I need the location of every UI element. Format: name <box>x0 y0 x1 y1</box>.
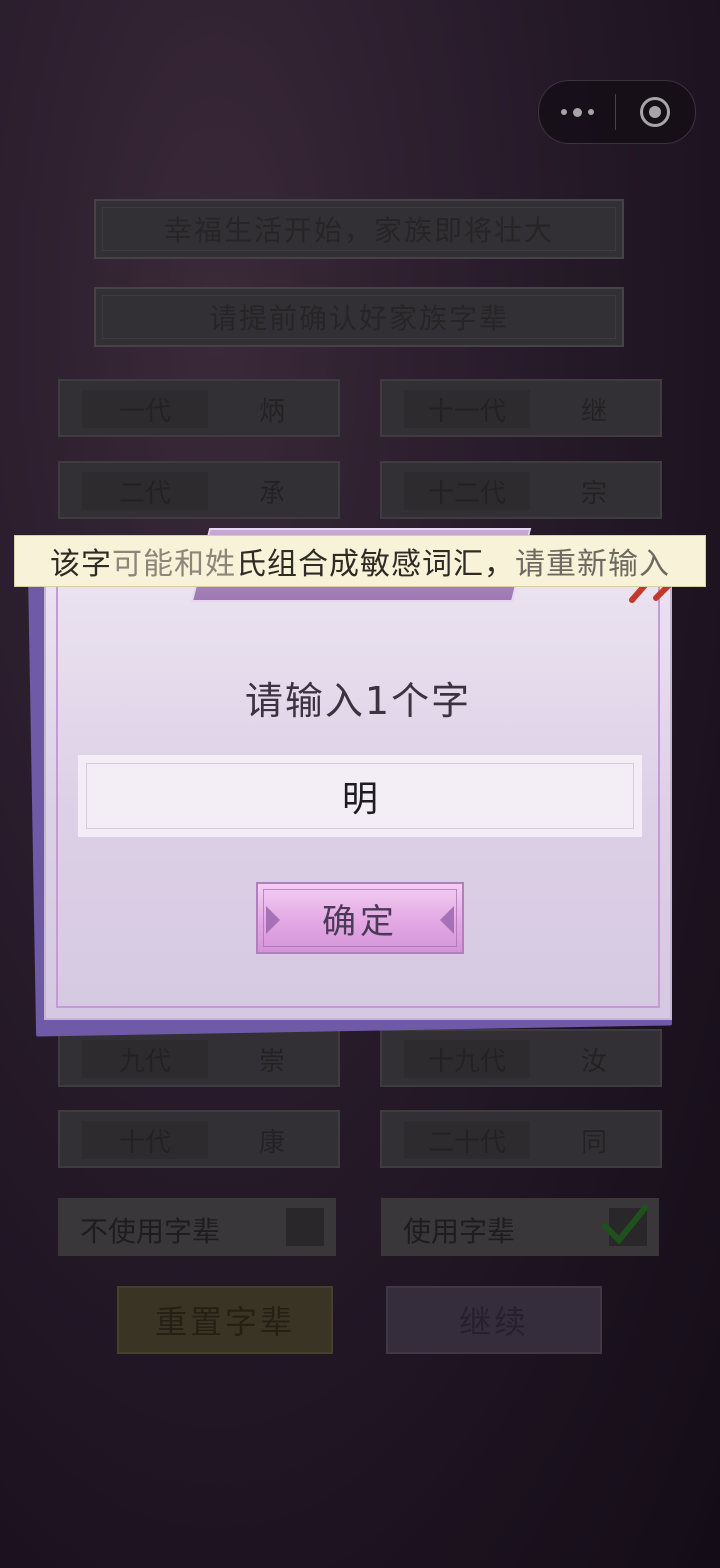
generation-label: 十二代 <box>404 472 530 510</box>
warning-toast: 该字 可能和姓 氏组合成敏感词汇， 请重新输入 <box>14 535 706 587</box>
arrow-left-icon <box>266 906 280 934</box>
more-dot-icon <box>560 109 567 115</box>
generation-row-10[interactable]: 十代 康 <box>58 1110 340 1168</box>
character-input-box[interactable] <box>78 755 642 837</box>
toast-text-part: 该字 <box>50 547 112 582</box>
generation-char: 承 <box>258 478 285 509</box>
generation-char: 同 <box>580 1127 607 1158</box>
arrow-right-icon <box>440 906 454 934</box>
generation-row-11[interactable]: 十一代 继 <box>380 379 662 437</box>
generation-label: 二代 <box>82 472 208 510</box>
generation-char: 康 <box>258 1127 285 1158</box>
dialog-prompt: 请输入1个字 <box>244 679 472 723</box>
no-generation-names-option[interactable]: 不使用字辈 <box>58 1198 336 1256</box>
more-dot-icon <box>587 109 594 115</box>
option-label: 使用字辈 <box>403 1215 516 1248</box>
generation-label: 九代 <box>82 1040 208 1078</box>
generation-char: 汝 <box>580 1046 607 1077</box>
generation-row-12[interactable]: 十二代 宗 <box>380 461 662 519</box>
generation-row-9[interactable]: 九代 崇 <box>58 1029 340 1087</box>
confirm-button[interactable]: 确定 <box>256 882 464 954</box>
generation-label: 十一代 <box>404 390 530 428</box>
generation-row-19[interactable]: 十九代 汝 <box>380 1029 662 1087</box>
target-circle-icon <box>640 97 670 127</box>
generation-char: 继 <box>580 396 607 427</box>
toast-text-part: 请重新输入 <box>515 547 670 582</box>
generation-row-2[interactable]: 二代 承 <box>58 461 340 519</box>
generation-row-1[interactable]: 一代 炳 <box>58 379 340 437</box>
continue-button[interactable]: 继续 <box>386 1286 602 1354</box>
option-label: 不使用字辈 <box>80 1215 221 1248</box>
toast-text-part: 氏组合成敏感词汇， <box>236 547 515 582</box>
generation-label: 十代 <box>82 1121 208 1159</box>
character-input[interactable] <box>78 774 642 818</box>
confirm-label: 确定 <box>322 901 398 942</box>
generation-char: 宗 <box>580 478 607 509</box>
toast-text-part: 可能和姓 <box>112 547 236 582</box>
generation-label: 十九代 <box>404 1040 530 1078</box>
capsule-menu <box>538 80 696 144</box>
intro-banner: 幸福生活开始，家族即将壮大 <box>94 199 624 259</box>
use-generation-names-option[interactable]: 使用字辈 <box>381 1198 659 1256</box>
reset-generation-names-button[interactable]: 重置字辈 <box>117 1286 333 1354</box>
close-miniprogram-button[interactable] <box>616 97 694 127</box>
generation-label: 二十代 <box>404 1121 530 1159</box>
generation-char: 崇 <box>258 1046 285 1077</box>
generation-char: 炳 <box>258 396 285 427</box>
more-options-button[interactable] <box>539 107 615 117</box>
more-dot-icon <box>572 107 582 117</box>
generation-row-20[interactable]: 二十代 同 <box>380 1110 662 1168</box>
generation-label: 一代 <box>82 390 208 428</box>
hint-banner: 请提前确认好家族字辈 <box>94 287 624 347</box>
unchecked-checkbox[interactable] <box>286 1208 324 1246</box>
checkmark-icon <box>602 1205 648 1245</box>
